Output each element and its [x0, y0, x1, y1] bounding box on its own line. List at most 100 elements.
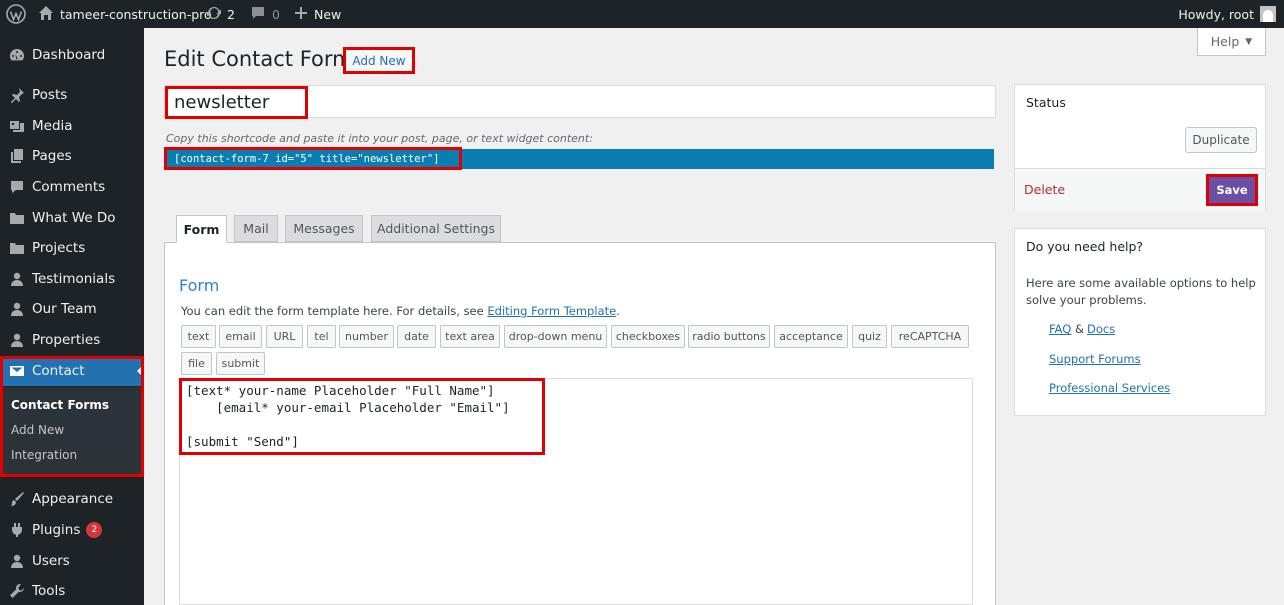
- plus-icon: [294, 6, 308, 23]
- home-icon: [38, 5, 54, 24]
- new-label: New: [314, 6, 342, 22]
- sidebar-item-posts[interactable]: Posts: [0, 80, 144, 110]
- updates-count: 2: [227, 6, 235, 22]
- media-icon: [9, 118, 25, 134]
- tag-button-text[interactable]: text: [181, 325, 216, 348]
- tab-mail[interactable]: Mail: [234, 215, 278, 242]
- updates-link[interactable]: 2: [206, 0, 235, 28]
- status-box-title: Status: [1026, 95, 1066, 110]
- tag-button-email[interactable]: email: [219, 325, 262, 348]
- sidebar-item-label: Properties: [32, 332, 101, 348]
- tag-button-recaptcha[interactable]: reCAPTCHA: [891, 325, 969, 348]
- sidebar-item-label: Posts: [32, 87, 68, 103]
- tag-button-quiz[interactable]: quiz: [852, 325, 887, 348]
- contact-submenu: Contact Forms Add New Integration: [0, 387, 144, 477]
- sidebar-item-contact[interactable]: Contact: [0, 356, 144, 386]
- description-suffix: .: [616, 304, 620, 318]
- dashboard-icon: [9, 47, 25, 63]
- new-content-link[interactable]: New: [294, 0, 341, 28]
- wordpress-logo-icon[interactable]: [5, 0, 27, 28]
- admin-bar: tameer-construction-pro 2 0 New Howdy, r…: [0, 0, 1284, 28]
- brush-icon: [9, 491, 25, 507]
- shortcode-text[interactable]: [contact-form-7 id="5" title="newsletter…: [164, 147, 462, 170]
- site-name-link[interactable]: tameer-construction-pro: [38, 0, 212, 28]
- tag-button-tel[interactable]: tel: [307, 325, 336, 348]
- tag-button-radio-buttons[interactable]: radio buttons: [688, 325, 770, 348]
- editing-form-template-link[interactable]: Editing Form Template: [487, 304, 616, 318]
- tag-button-checkboxes[interactable]: checkboxes: [611, 325, 685, 348]
- user-icon: [9, 332, 25, 348]
- form-panel-heading: Form: [179, 276, 220, 295]
- avatar: [1260, 6, 1276, 22]
- submenu-item-add-new[interactable]: Add New: [11, 423, 64, 437]
- sidebar-item-dashboard[interactable]: Dashboard: [0, 40, 144, 70]
- tab-messages[interactable]: Messages: [285, 215, 363, 242]
- refresh-icon: [206, 5, 222, 24]
- tag-button-submit[interactable]: submit: [216, 352, 265, 375]
- folder-icon: [9, 240, 25, 256]
- tag-button-url[interactable]: URL: [266, 325, 303, 348]
- sidebar-item-label: Projects: [32, 240, 86, 256]
- site-name: tameer-construction-pro: [60, 6, 212, 22]
- admin-sidebar: Dashboard Posts Media Pages Comments Wha…: [0, 28, 144, 605]
- tag-button-text-area[interactable]: text area: [440, 325, 500, 348]
- current-menu-arrow-icon: [137, 364, 144, 378]
- pin-icon: [9, 87, 25, 103]
- save-button[interactable]: Save: [1206, 174, 1258, 206]
- form-title-field-wrapper: [164, 85, 996, 119]
- sidebar-item-media[interactable]: Media: [0, 111, 144, 141]
- sidebar-item-testimonials[interactable]: Testimonials: [0, 264, 144, 294]
- tag-button-number[interactable]: number: [339, 325, 394, 348]
- form-panel-description: You can edit the form template here. For…: [181, 304, 620, 318]
- add-new-button[interactable]: Add New: [343, 47, 415, 74]
- sidebar-item-projects[interactable]: Projects: [0, 233, 144, 263]
- help-box-title: Do you need help?: [1026, 239, 1144, 254]
- sidebar-item-label: Contact: [32, 363, 85, 379]
- sidebar-item-properties[interactable]: Properties: [0, 325, 144, 355]
- comments-link[interactable]: 0: [250, 0, 280, 28]
- tab-form[interactable]: Form: [176, 215, 227, 243]
- sidebar-item-label: Media: [32, 118, 73, 134]
- comment-bubble-icon: [250, 5, 266, 24]
- sidebar-item-users[interactable]: Users: [0, 546, 144, 576]
- sidebar-item-label: Tools: [32, 583, 66, 599]
- tag-button-acceptance[interactable]: acceptance: [774, 325, 848, 348]
- my-account-link[interactable]: Howdy, root: [1178, 0, 1276, 28]
- page-title: Edit Contact Form: [164, 47, 353, 71]
- folder-icon: [9, 210, 25, 226]
- duplicate-button[interactable]: Duplicate: [1185, 127, 1257, 153]
- help-tab-button[interactable]: Help ▼: [1197, 28, 1266, 56]
- sidebar-item-label: What We Do: [32, 210, 116, 226]
- tag-button-drop-down-menu[interactable]: drop-down menu: [504, 325, 607, 348]
- help-tab-label: Help: [1210, 34, 1240, 49]
- tag-button-file[interactable]: file: [181, 352, 212, 375]
- faq-link[interactable]: FAQ: [1049, 322, 1071, 336]
- editor-content-highlight: [179, 378, 545, 455]
- delete-link[interactable]: Delete: [1024, 182, 1065, 197]
- sidebar-item-label: Our Team: [32, 301, 97, 317]
- tab-additional-settings[interactable]: Additional Settings: [371, 215, 501, 242]
- sidebar-item-label: Appearance: [32, 491, 114, 507]
- howdy-text: Howdy, root: [1178, 6, 1254, 22]
- plugins-update-badge: 2: [86, 522, 103, 538]
- sidebar-item-appearance[interactable]: Appearance: [0, 484, 144, 514]
- submenu-item-integration[interactable]: Integration: [11, 448, 77, 462]
- status-box-footer: Delete Save: [1015, 168, 1265, 211]
- sidebar-item-comments[interactable]: Comments: [0, 172, 144, 202]
- docs-link[interactable]: Docs: [1087, 322, 1115, 336]
- sidebar-item-tools[interactable]: Tools: [0, 576, 144, 605]
- sidebar-item-what-we-do[interactable]: What We Do: [0, 203, 144, 233]
- plugin-icon: [9, 522, 25, 538]
- mail-icon: [9, 363, 25, 379]
- form-title-input[interactable]: [165, 86, 308, 119]
- tag-button-date[interactable]: date: [397, 325, 436, 348]
- professional-services-link[interactable]: Professional Services: [1049, 381, 1170, 395]
- caret-down-icon: ▼: [1245, 36, 1253, 47]
- sidebar-item-plugins[interactable]: Plugins 2: [0, 515, 144, 545]
- support-forums-link[interactable]: Support Forums: [1049, 352, 1141, 366]
- submenu-item-contact-forms[interactable]: Contact Forms: [11, 398, 109, 412]
- sidebar-item-pages[interactable]: Pages: [0, 141, 144, 171]
- user-icon: [9, 271, 25, 287]
- sidebar-item-label: Plugins: [32, 522, 81, 538]
- sidebar-item-our-team[interactable]: Our Team: [0, 294, 144, 324]
